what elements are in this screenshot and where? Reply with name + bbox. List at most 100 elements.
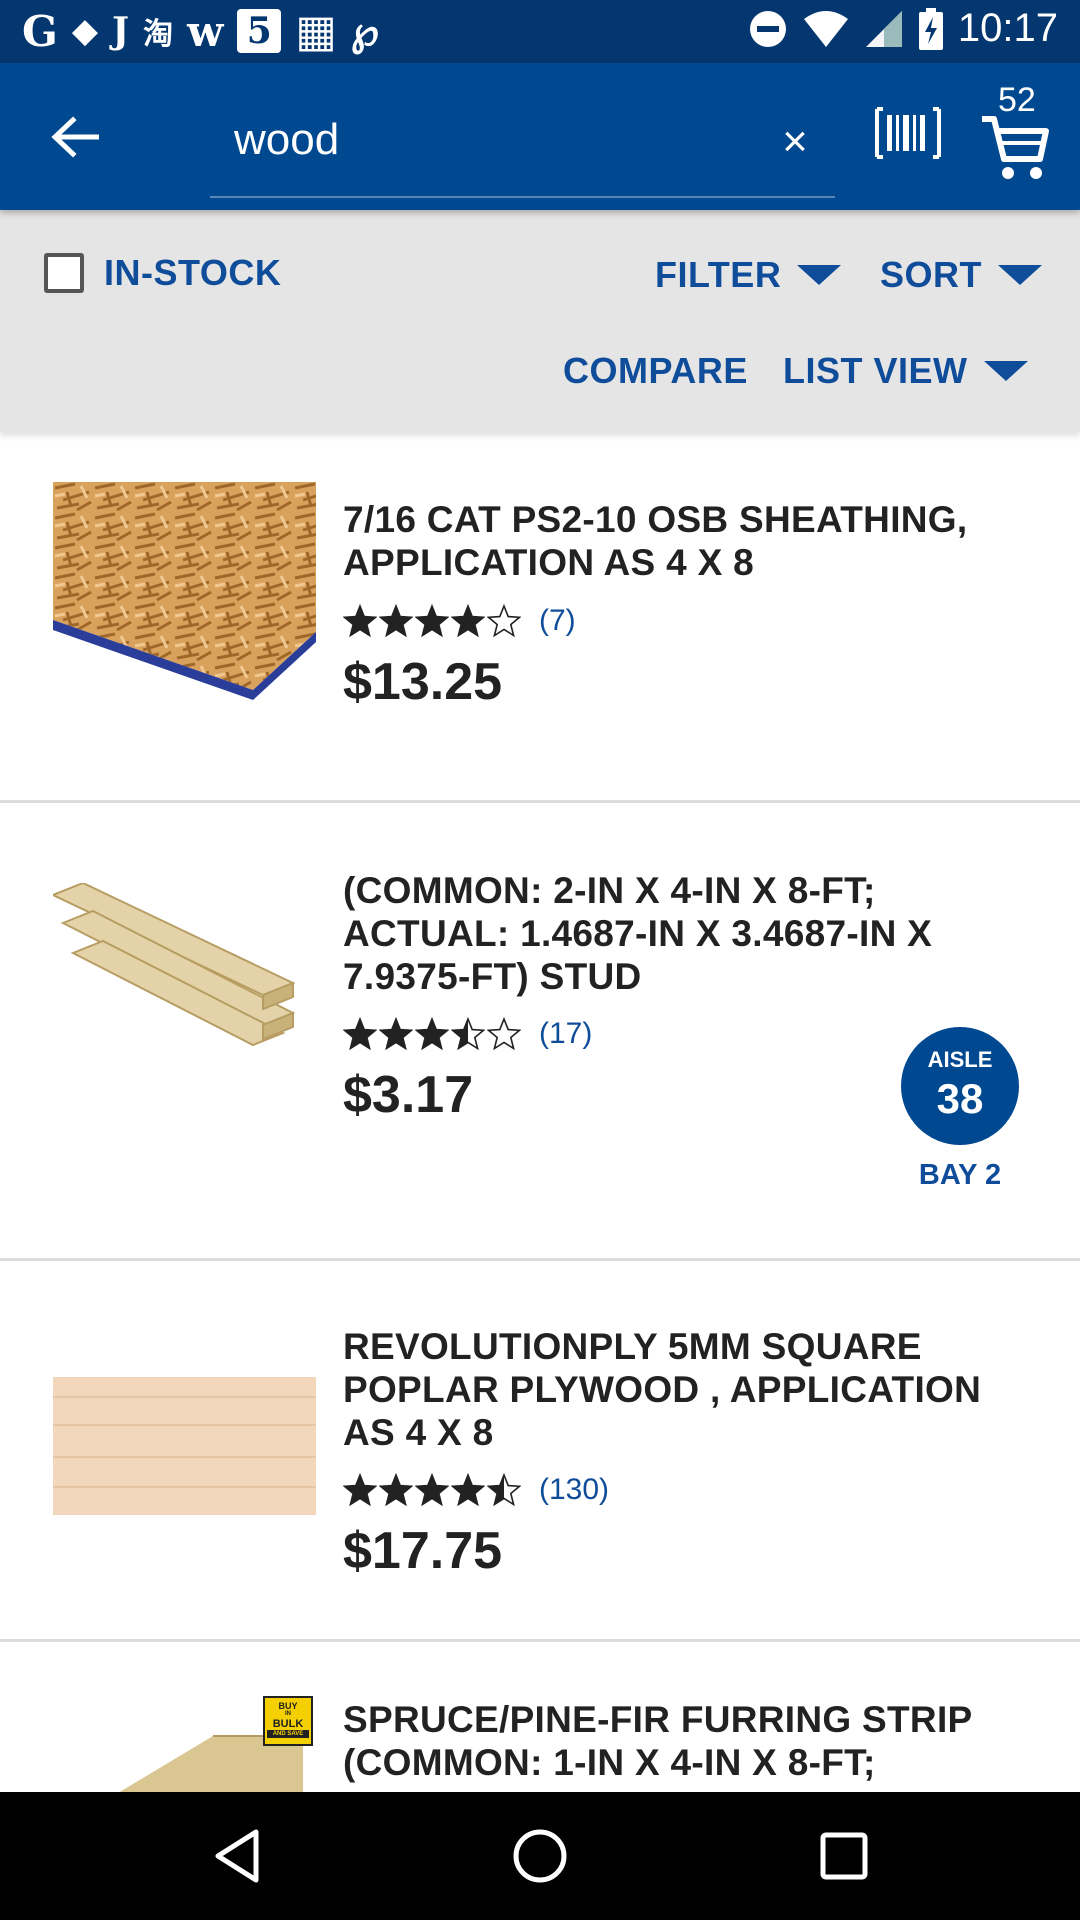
title-line: AS 4 X 8 [343,1412,494,1453]
compare-button[interactable]: COMPARE [563,350,748,392]
list-view-button[interactable]: LIST VIEW [783,350,1028,392]
system-status: 10:17 [748,6,1058,51]
review-count[interactable]: (7) [539,604,576,638]
in-stock-toggle[interactable]: IN-STOCK [44,252,281,294]
product-image-osb [53,482,316,722]
filter-button[interactable]: FILTER [655,254,842,296]
star-rating [343,1017,521,1051]
search-input[interactable] [232,111,716,169]
square-recents-icon [820,1832,868,1880]
product-item[interactable]: (COMMON: 2-IN X 4-IN X 8-FT; ACTUAL: 1.4… [0,803,1080,1261]
star-half-icon [451,1017,485,1051]
close-icon: × [782,117,808,166]
product-item[interactable]: REVOLUTIONPLY 5MM SQUARE POPLAR PLYWOOD … [0,1261,1080,1642]
aisle-badge: AISLE 38 [901,1027,1019,1145]
title-line: 7.9375-FT) STUD [343,956,642,997]
barcode-icon [875,107,941,159]
star-full-icon [379,1473,413,1507]
in-stock-label: IN-STOCK [104,252,282,293]
list-view-label: LIST VIEW [783,350,968,391]
title-line: REVOLUTIONPLY 5MM SQUARE [343,1326,922,1367]
clear-search-button[interactable]: × [770,117,820,167]
title-line: POPLAR PLYWOOD , APPLICATION [343,1369,982,1410]
filter-toolbar: IN-STOCK FILTER SORT COMPARE LIST VIEW [0,210,1080,432]
product-item[interactable]: 7/16 CAT PS2-10 OSB SHEATHING, APPLICATI… [0,432,1080,803]
cart-icon [982,116,1049,179]
product-price: $13.25 [343,653,503,711]
review-count[interactable]: (17) [539,1017,592,1051]
title-line: APPLICATION AS 4 X 8 [343,542,755,583]
star-full-icon [343,1017,377,1051]
product-image-plywood [53,1377,316,1515]
circle-home-icon [513,1829,567,1883]
in-stock-checkbox[interactable] [44,253,84,293]
product-image-stud [50,881,316,1053]
taobao-icon: 淘 [143,17,174,52]
product-title[interactable]: REVOLUTIONPLY 5MM SQUARE POPLAR PLYWOOD … [343,1325,1023,1454]
filter-label: FILTER [655,254,782,295]
review-count[interactable]: (130) [539,1473,609,1507]
product-title[interactable]: SPRUCE/PINE-FIR FURRING STRIP (COMMON: 1… [343,1698,1023,1784]
product-title[interactable]: (COMMON: 2-IN X 4-IN X 8-FT; ACTUAL: 1.4… [343,869,1023,998]
product-item[interactable]: BUY IN BULK AND SAVE SPRUCE/PINE-FIR FUR… [0,1642,1080,1792]
grid-app-icon: ▦ [295,5,337,57]
battery-icon [918,7,943,50]
signal-icon [865,10,902,47]
nav-back-button[interactable] [203,1822,271,1890]
badge-text: AND SAVE [267,1730,309,1738]
title-line: (COMMON: 2-IN X 4-IN X 8-FT; [343,870,876,911]
sort-button[interactable]: SORT [880,254,1043,296]
w-app-icon: w [187,6,224,56]
product-rating: (17) [343,1017,592,1051]
star-full-icon [379,604,413,638]
title-line: 7/16 CAT PS2-10 OSB SHEATHING, [343,499,968,540]
badge-text: BULK [272,1718,304,1730]
star-full-icon [415,604,449,638]
product-rating: (7) [343,604,576,638]
sort-label: SORT [880,254,983,295]
chevron-down-icon [983,361,1028,381]
star-full-icon [451,604,485,638]
star-empty-icon [487,1017,521,1051]
title-line: (COMMON: 1-IN X 4-IN X 8-FT; [343,1742,876,1783]
triangle-back-icon [215,1829,259,1883]
star-full-icon [415,1017,449,1051]
chevron-down-icon [797,265,842,285]
app-notification-icon: ◆ [71,11,99,51]
link-app-icon: ℘ [350,7,379,55]
music-note-icon: J [112,10,130,52]
product-price: $17.75 [343,1522,503,1580]
star-full-icon [379,1017,413,1051]
nav-home-button[interactable] [506,1822,574,1890]
product-image-furring: BUY IN BULK AND SAVE [53,1696,316,1792]
arrow-left-icon [51,116,99,158]
title-line: SPRUCE/PINE-FIR FURRING STRIP [343,1699,973,1740]
barcode-scan-button[interactable] [875,107,945,167]
cart-button[interactable]: 52 [978,81,1068,183]
wifi-icon [803,10,848,47]
product-rating: (130) [343,1473,609,1507]
search-bar: × [210,83,835,198]
nav-recents-button[interactable] [810,1822,878,1890]
bay-label: BAY 2 [918,1159,1002,1191]
clock: 10:17 [957,6,1058,50]
product-list: 7/16 CAT PS2-10 OSB SHEATHING, APPLICATI… [0,432,1080,1792]
star-rating [343,604,521,638]
google-icon: G [22,6,58,56]
five-app-icon: 5 [237,9,282,53]
status-bar: G ◆ J 淘 w 5 ▦ ℘ 10:17 [0,0,1080,63]
do-not-disturb-icon [749,10,786,47]
notification-icons: G ◆ J 淘 w 5 ▦ ℘ [22,5,379,57]
star-full-icon [343,604,377,638]
chevron-down-icon [998,265,1043,285]
badge-text: IN [285,1711,291,1717]
navigation-bar [0,1792,1080,1920]
buy-in-bulk-badge: BUY IN BULK AND SAVE [263,1696,313,1746]
product-title[interactable]: 7/16 CAT PS2-10 OSB SHEATHING, APPLICATI… [343,498,1023,584]
back-button[interactable] [40,107,110,167]
title-line: ACTUAL: 1.4687-IN X 3.4687-IN X [343,913,933,954]
aisle-label: AISLE [927,1047,993,1072]
star-empty-icon [487,604,521,638]
compare-label: COMPARE [563,350,748,391]
aisle-number: 38 [936,1075,984,1122]
